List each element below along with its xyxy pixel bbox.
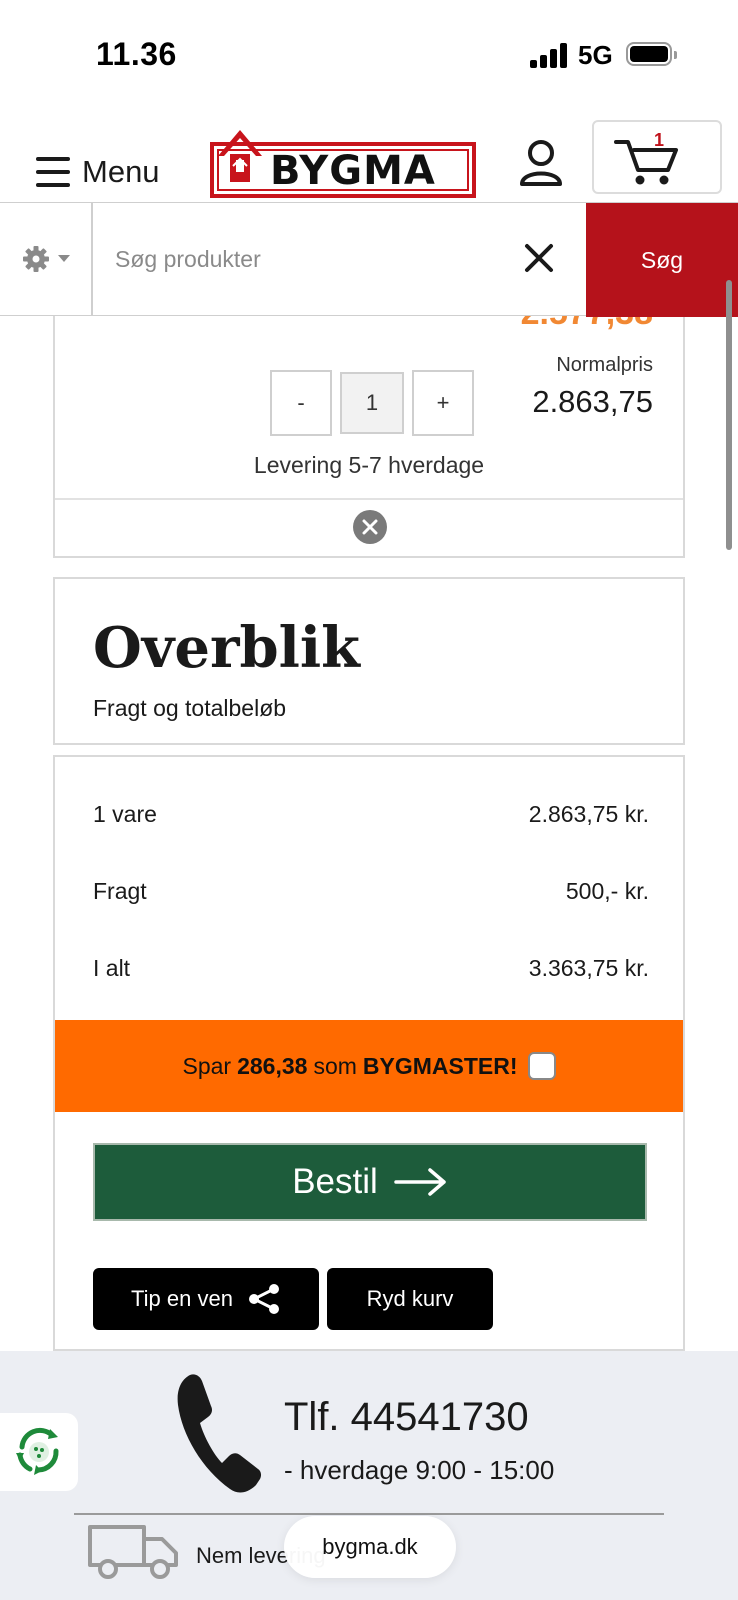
- order-label: Bestil: [292, 1162, 378, 1201]
- bygma-logo[interactable]: BYGMA: [210, 126, 478, 200]
- chevron-down-icon: [57, 255, 70, 262]
- summary-row-shipping: Fragt 500,- kr.: [93, 878, 649, 905]
- contact-footer: Tlf. 44541730 - hverdage 9:00 - 15:00 Ne…: [0, 1351, 738, 1600]
- quantity-increase-button[interactable]: +: [412, 370, 474, 436]
- overview-panel: Overblik Fragt og totalbeløb: [53, 577, 685, 745]
- summary-row-items: 1 vare 2.863,75 kr.: [93, 801, 649, 828]
- menu-button[interactable]: Menu: [36, 154, 160, 190]
- url-bar[interactable]: bygma.dk: [284, 1516, 456, 1578]
- summary-label: 1 vare: [93, 801, 157, 827]
- hamburger-icon: [36, 157, 70, 187]
- share-icon: [248, 1284, 279, 1314]
- promo-amount: 286,38: [237, 1052, 308, 1079]
- cart-button[interactable]: 1: [592, 120, 722, 194]
- logo-text: BYGMA: [270, 148, 436, 194]
- summary-label: I alt: [93, 955, 131, 981]
- clear-cart-button[interactable]: Ryd kurv: [327, 1268, 493, 1330]
- network-type: 5G: [578, 40, 613, 70]
- close-icon: [362, 519, 378, 535]
- summary-value: 500,- kr.: [565, 878, 649, 904]
- search-input[interactable]: [93, 203, 486, 315]
- battery-icon: [626, 42, 677, 66]
- tip-friend-button[interactable]: Tip en ven: [93, 1268, 319, 1330]
- promo-prefix: Spar: [182, 1052, 232, 1079]
- cart-count-badge: 1: [654, 130, 665, 150]
- clear-search-button[interactable]: [518, 237, 560, 279]
- delivery-time: Levering 5-7 hverdage: [253, 452, 485, 478]
- menu-label: Menu: [82, 154, 160, 189]
- cart-item-card: 2.577,38 - 1 + Normalpris 2.863,75 Lever…: [53, 294, 685, 558]
- search-settings-button[interactable]: [0, 203, 93, 315]
- order-button[interactable]: Bestil: [93, 1143, 647, 1221]
- search-bar: Søg: [0, 202, 738, 317]
- normal-price: 2.863,75: [532, 384, 653, 419]
- summary-label: Fragt: [93, 878, 147, 904]
- account-button[interactable]: [518, 138, 564, 188]
- arrow-right-icon: [394, 1168, 446, 1196]
- phone-number[interactable]: Tlf. 44541730: [284, 1395, 529, 1440]
- signal-icon: [530, 42, 568, 68]
- search-submit-button[interactable]: Søg: [586, 203, 738, 317]
- promo-brand: BYGMASTER!: [362, 1052, 518, 1079]
- divider: [55, 498, 683, 500]
- divider: [74, 1513, 664, 1515]
- bygmaster-promo: Spar 286,38 som BYGMASTER!: [55, 1020, 683, 1112]
- promo-middle: som: [313, 1052, 357, 1079]
- quantity-stepper: - 1 +: [270, 370, 474, 436]
- order-summary: 1 vare 2.863,75 kr. Fragt 500,- kr. I al…: [53, 755, 685, 1351]
- bygmaster-checkbox[interactable]: [527, 1052, 556, 1080]
- summary-row-total: I alt 3.363,75 kr.: [93, 955, 649, 982]
- quantity-decrease-button[interactable]: -: [270, 370, 332, 436]
- status-bar: 11.36 5G: [0, 0, 738, 110]
- status-time: 11.36: [96, 36, 177, 72]
- summary-value: 2.863,75 kr.: [528, 801, 649, 827]
- site-header: Menu BYGMA 1: [0, 110, 738, 202]
- summary-value: 3.363,75 kr.: [528, 955, 649, 981]
- close-icon: [525, 244, 553, 272]
- eco-badge[interactable]: [0, 1413, 78, 1491]
- tip-label: Tip en ven: [131, 1286, 233, 1311]
- gear-icon: [22, 246, 49, 272]
- opening-hours: - hverdage 9:00 - 15:00: [284, 1455, 555, 1485]
- overview-title: Overblik: [93, 615, 360, 681]
- scrollbar[interactable]: [726, 280, 732, 550]
- user-icon: [520, 140, 562, 186]
- truck-icon: [86, 1521, 182, 1581]
- remove-item-button[interactable]: [353, 510, 387, 544]
- quantity-input[interactable]: 1: [340, 372, 404, 434]
- normal-price-label: Normalpris: [556, 354, 653, 376]
- recycle-icon: [16, 1427, 59, 1475]
- phone-icon: [176, 1371, 262, 1495]
- overview-subtitle: Fragt og totalbeløb: [93, 695, 287, 721]
